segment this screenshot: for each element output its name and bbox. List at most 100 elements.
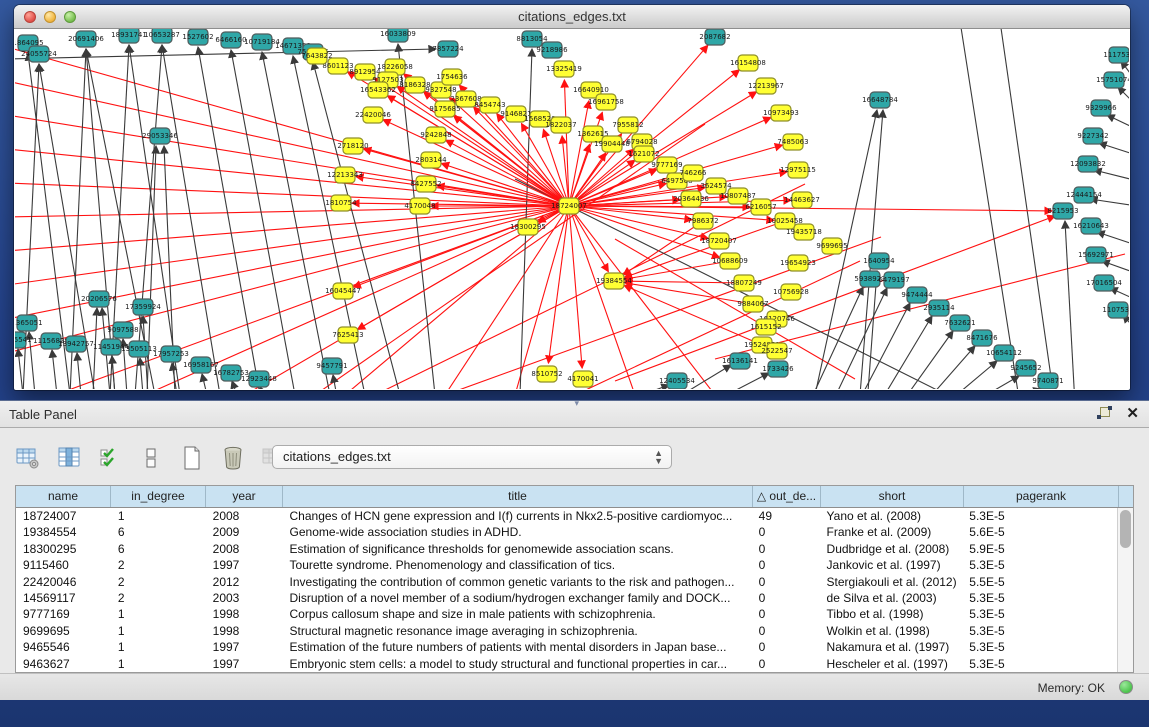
graph-node[interactable]: 15751074 <box>1096 72 1129 88</box>
table-cell[interactable]: Wolkin et al. (1998) <box>820 623 963 639</box>
graph-edge[interactable] <box>15 206 569 251</box>
graph-edge[interactable] <box>835 288 887 389</box>
table-cell[interactable]: 0 <box>752 557 820 573</box>
table-cell[interactable]: Dudbridge et al. (2008) <box>820 541 963 557</box>
graph-node[interactable]: 1733426 <box>762 361 794 377</box>
table-cell[interactable]: 18724007 <box>16 508 111 524</box>
graph-node[interactable]: 20364436 <box>673 191 709 207</box>
table-cell[interactable]: 1997 <box>206 639 283 655</box>
graph-edge[interactable] <box>1090 199 1129 205</box>
scrollbar-thumb[interactable] <box>1120 510 1131 548</box>
graph-node[interactable]: 7955812 <box>612 117 643 133</box>
graph-node[interactable]: 9329966 <box>1085 100 1117 116</box>
table-cell[interactable]: 5.3E-5 <box>962 639 1117 655</box>
table-cell[interactable]: 0 <box>752 590 820 606</box>
graph-edge[interactable] <box>569 206 715 389</box>
close-panel-icon[interactable]: ✕ <box>1126 406 1139 421</box>
select-rows-icon[interactable] <box>97 445 123 471</box>
graph-edge[interactable] <box>135 45 162 389</box>
graph-edge[interactable] <box>1094 170 1129 179</box>
graph-edge[interactable] <box>1065 221 1075 389</box>
column-header-in-degree[interactable]: in_degree <box>111 486 206 507</box>
graph-edge[interactable] <box>1097 232 1129 243</box>
table-cell[interactable]: 5.9E-5 <box>962 541 1117 557</box>
graph-node[interactable]: 7986372 <box>687 213 718 229</box>
table-cell[interactable]: Genome-wide association studies in ADHD. <box>283 524 752 540</box>
table-cell[interactable]: Disruption of a novel member of a sodium… <box>283 590 752 606</box>
table-cell[interactable]: 0 <box>752 623 820 639</box>
table-cell[interactable]: 1998 <box>206 623 283 639</box>
column-header-year[interactable]: year <box>206 486 283 507</box>
table-cell[interactable]: 9465546 <box>16 639 111 655</box>
table-cell[interactable]: Tourette syndrome. Phenomenology and cla… <box>283 557 752 573</box>
graph-edge[interactable] <box>569 206 582 368</box>
graph-edge[interactable] <box>353 206 569 287</box>
vertical-scrollbar[interactable] <box>1117 508 1133 672</box>
graph-edge[interactable] <box>112 356 115 389</box>
table-cell[interactable]: 6 <box>111 524 206 540</box>
table-cell[interactable]: Embryonic stem cells: a model to study s… <box>283 656 752 672</box>
table-cell[interactable]: 5.3E-5 <box>962 656 1117 672</box>
table-cell[interactable]: 5.3E-5 <box>962 590 1117 606</box>
table-cell[interactable]: 5.3E-5 <box>962 557 1117 573</box>
table-cell[interactable]: Tibbo et al. (1998) <box>820 606 963 622</box>
graph-edge[interactable] <box>15 47 569 206</box>
column-header-pagerank[interactable]: pagerank <box>964 486 1119 507</box>
graph-node[interactable]: 20206576 <box>81 291 117 307</box>
graph-node[interactable]: 10688609 <box>712 253 748 269</box>
table-row[interactable]: 1456911722003Disruption of a novel membe… <box>16 590 1117 606</box>
graph-edge[interactable] <box>925 346 975 389</box>
graph-node[interactable]: 17359924 <box>125 299 161 315</box>
graph-node[interactable]: 18720407 <box>701 233 737 249</box>
table-row[interactable]: 911546021997Tourette syndrome. Phenomeno… <box>16 557 1117 573</box>
table-cell[interactable]: 9699695 <box>16 623 111 639</box>
graph-node[interactable]: 18931741 <box>111 29 147 43</box>
table-cell[interactable]: 0 <box>752 656 820 672</box>
minimize-window-button[interactable] <box>44 11 56 23</box>
graph-node[interactable]: 12444154 <box>1066 187 1102 203</box>
table-cell[interactable]: 22420046 <box>16 574 111 590</box>
table-cell[interactable]: Franke et al. (2009) <box>820 524 963 540</box>
graph-node[interactable]: 14463627 <box>784 192 820 208</box>
column-header-out-de-[interactable]: △ out_de... <box>753 486 821 507</box>
table-cell[interactable]: 1 <box>111 656 206 672</box>
graph-node[interactable]: 7632621 <box>944 315 975 331</box>
table-row[interactable]: 969969511998Structural magnetic resonanc… <box>16 623 1117 639</box>
table-row[interactable]: 1830029562008Estimation of significance … <box>16 541 1117 557</box>
table-cell[interactable]: 6 <box>111 541 206 557</box>
graph-edge[interactable] <box>52 350 57 389</box>
table-cell[interactable]: 2 <box>111 557 206 573</box>
table-selector-dropdown[interactable]: citations_edges.txt ▲▼ <box>272 445 672 469</box>
column-visibility-icon[interactable] <box>56 445 82 471</box>
graph-node[interactable]: 16210643 <box>1073 218 1109 234</box>
table-cell[interactable]: 0 <box>752 541 820 557</box>
column-header-short[interactable]: short <box>821 486 964 507</box>
graph-edge[interactable] <box>231 50 295 389</box>
graph-node[interactable]: 16045447 <box>325 283 361 299</box>
new-table-icon[interactable] <box>179 445 205 471</box>
table-cell[interactable]: 1997 <box>206 557 283 573</box>
table-cell[interactable]: 1 <box>111 508 206 524</box>
table-row[interactable]: 946554611997Estimation of the future num… <box>16 639 1117 655</box>
graph-node[interactable]: 2087682 <box>699 29 730 45</box>
graph-node[interactable]: 1365051 <box>15 315 43 331</box>
graph-node[interactable]: 12975115 <box>780 162 816 178</box>
window-titlebar[interactable]: citations_edges.txt <box>14 5 1130 29</box>
table-cell[interactable]: 2 <box>111 590 206 606</box>
table-cell[interactable]: 5.6E-5 <box>962 524 1117 540</box>
graph-node[interactable]: 7485063 <box>777 134 808 150</box>
table-settings-icon[interactable] <box>15 445 41 471</box>
graph-node[interactable]: 10654112 <box>986 345 1022 361</box>
table-row[interactable]: 2242004622012Investigating the contribut… <box>16 574 1117 590</box>
graph-node[interactable]: 18807249 <box>726 275 762 291</box>
graph-node[interactable]: 12213343 <box>327 167 363 183</box>
table-cell[interactable]: 1 <box>111 623 206 639</box>
graph-node[interactable]: 1117535 <box>1103 47 1129 63</box>
table-cell[interactable]: 2008 <box>206 508 283 524</box>
graph-edge[interactable] <box>15 206 569 217</box>
table-cell[interactable]: Yano et al. (2008) <box>820 508 963 524</box>
column-header-title[interactable]: title <box>283 486 753 507</box>
graph-node[interactable]: 9740871 <box>1032 373 1063 389</box>
graph-edge[interactable] <box>1107 115 1129 126</box>
graph-node[interactable]: 9457791 <box>316 358 347 374</box>
